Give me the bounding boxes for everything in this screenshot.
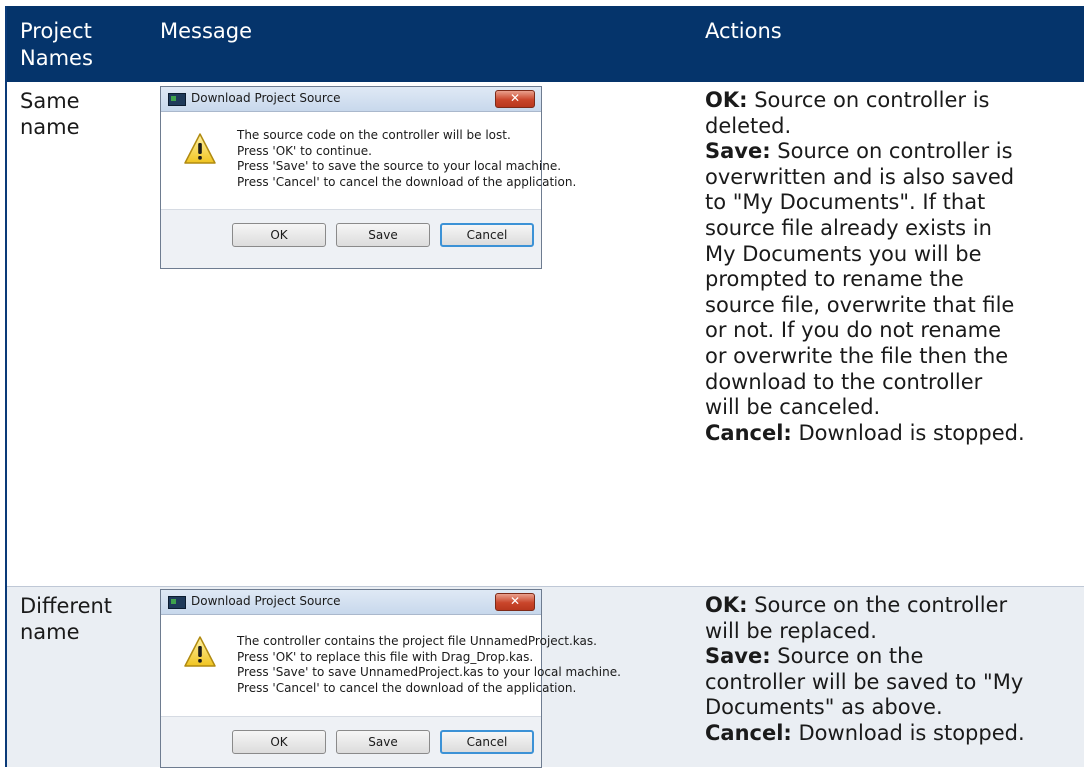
dialog-titlebar: Download Project Source ✕ <box>161 87 541 112</box>
download-dialog: Download Project Source ✕ The <box>160 589 621 768</box>
action-ok: OK: Source on controller is <box>705 88 1084 114</box>
action-ok-cont: will be replaced. <box>705 618 877 643</box>
project-name-cell: Different name <box>20 593 140 645</box>
action-save-line: controller will be saved to "My <box>705 669 1024 694</box>
download-dialog: Download Project Source ✕ The <box>160 86 576 269</box>
action-save-label: Save: <box>705 139 771 164</box>
previous-text-fragment <box>0 0 1084 4</box>
action-save-line: source file already exists in <box>705 215 992 240</box>
header-project-names-label: Project Names <box>20 19 93 70</box>
cancel-button[interactable]: Cancel <box>440 223 534 247</box>
close-icon[interactable]: ✕ <box>495 593 535 611</box>
action-cancel: Cancel: Download is stopped. <box>705 721 1084 747</box>
save-button[interactable]: Save <box>336 223 430 247</box>
action-ok: OK: Source on the controller <box>705 593 1084 619</box>
ok-button[interactable]: OK <box>232 730 326 754</box>
app-icon <box>168 596 186 609</box>
action-ok-label: OK: <box>705 88 748 112</box>
action-ok-text: Source on the controller <box>747 593 1008 617</box>
project-name-cell: Same name <box>20 88 140 140</box>
action-cancel-text: Download is stopped. <box>791 720 1025 745</box>
action-save-line: My Documents you will be <box>705 241 982 266</box>
dialog-message-line: Press 'Cancel' to cancel the download of… <box>237 174 577 189</box>
dialog-message-line: Press 'Save' to save UnnamedProject.kas … <box>237 665 621 679</box>
action-save-line: will be canceled. <box>705 395 881 420</box>
action-save-line: Documents" as above. <box>705 695 943 720</box>
action-save-label: Save: <box>705 644 771 669</box>
app-icon <box>168 93 186 106</box>
ok-button[interactable]: OK <box>232 223 326 247</box>
dialog-title: Download Project Source <box>191 91 341 105</box>
action-save-text: Source on controller is <box>770 139 1013 164</box>
actions-cell: OK: Source on the controller will be rep… <box>705 593 1084 747</box>
header-project-names: Project Names <box>20 18 140 72</box>
dialog-titlebar: Download Project Source ✕ <box>161 590 541 615</box>
action-save-line: or not. If you do not rename <box>705 318 1001 343</box>
save-button[interactable]: Save <box>336 730 430 754</box>
dialog-message-line: Press 'OK' to continue. <box>237 143 372 158</box>
dialog-message: The controller contains the project file… <box>237 634 621 696</box>
action-save-line: download to the controller <box>705 369 983 394</box>
dialog-body: The controller contains the project file… <box>161 615 621 717</box>
dialog-message-line: Press 'OK' to replace this file with Dra… <box>237 649 534 664</box>
dialog-title: Download Project Source <box>191 594 341 608</box>
action-save: Save: Source on the <box>705 644 1084 670</box>
action-save: Save: Source on controller is <box>705 139 1084 165</box>
action-save-line: or overwrite the file then the <box>705 343 1009 368</box>
dialog-footer: OK Save Cancel <box>161 210 541 268</box>
warning-icon <box>184 636 216 667</box>
action-save-line: source file, overwrite that file <box>705 292 1015 317</box>
warning-icon <box>184 133 216 164</box>
dialog-footer: OK Save Cancel <box>161 717 541 767</box>
dialog-message-line: The source code on the controller will b… <box>237 128 511 142</box>
table-header: Project Names Message Actions <box>7 6 1084 82</box>
cancel-button[interactable]: Cancel <box>440 730 534 754</box>
header-actions: Actions <box>705 19 782 43</box>
action-cancel-text: Download is stopped. <box>791 420 1025 445</box>
action-cancel-label: Cancel: <box>705 720 792 745</box>
dialog-message-line: Press 'Save' to save the source to your … <box>237 159 562 173</box>
action-save-line: prompted to rename the <box>705 267 964 292</box>
project-name-line: Different <box>20 594 113 618</box>
action-save-text: Source on the <box>770 644 924 669</box>
project-name-line: name <box>20 115 80 139</box>
action-save-line: overwritten and is also saved <box>705 164 1015 189</box>
action-ok-text: Source on controller is <box>747 88 990 112</box>
project-name-line: Same <box>20 89 80 113</box>
table-row: Same name Download Project Source ✕ The … <box>7 82 1084 587</box>
close-icon[interactable]: ✕ <box>495 90 535 108</box>
action-cancel-label: Cancel: <box>705 420 792 445</box>
dialog-message-line: The controller contains the project file… <box>237 634 597 648</box>
action-ok-label: OK: <box>705 593 748 617</box>
action-save-line: to "My Documents". If that <box>705 190 986 215</box>
action-ok-cont: deleted. <box>705 113 792 138</box>
dialog-message: The source code on the controller will b… <box>237 128 576 190</box>
header-message: Message <box>160 19 253 43</box>
dialog-message-line: Press 'Cancel' to cancel the download of… <box>237 680 577 695</box>
project-name-line: name <box>20 620 80 644</box>
table-row: Different name Download Project Source ✕ <box>7 587 1084 768</box>
actions-cell: OK: Source on controller is deleted. Sav… <box>705 88 1084 446</box>
project-download-table: Project Names Message Actions Same name … <box>5 6 1084 768</box>
action-cancel: Cancel: Download is stopped. <box>705 421 1084 447</box>
dialog-body: The source code on the controller will b… <box>161 112 576 210</box>
